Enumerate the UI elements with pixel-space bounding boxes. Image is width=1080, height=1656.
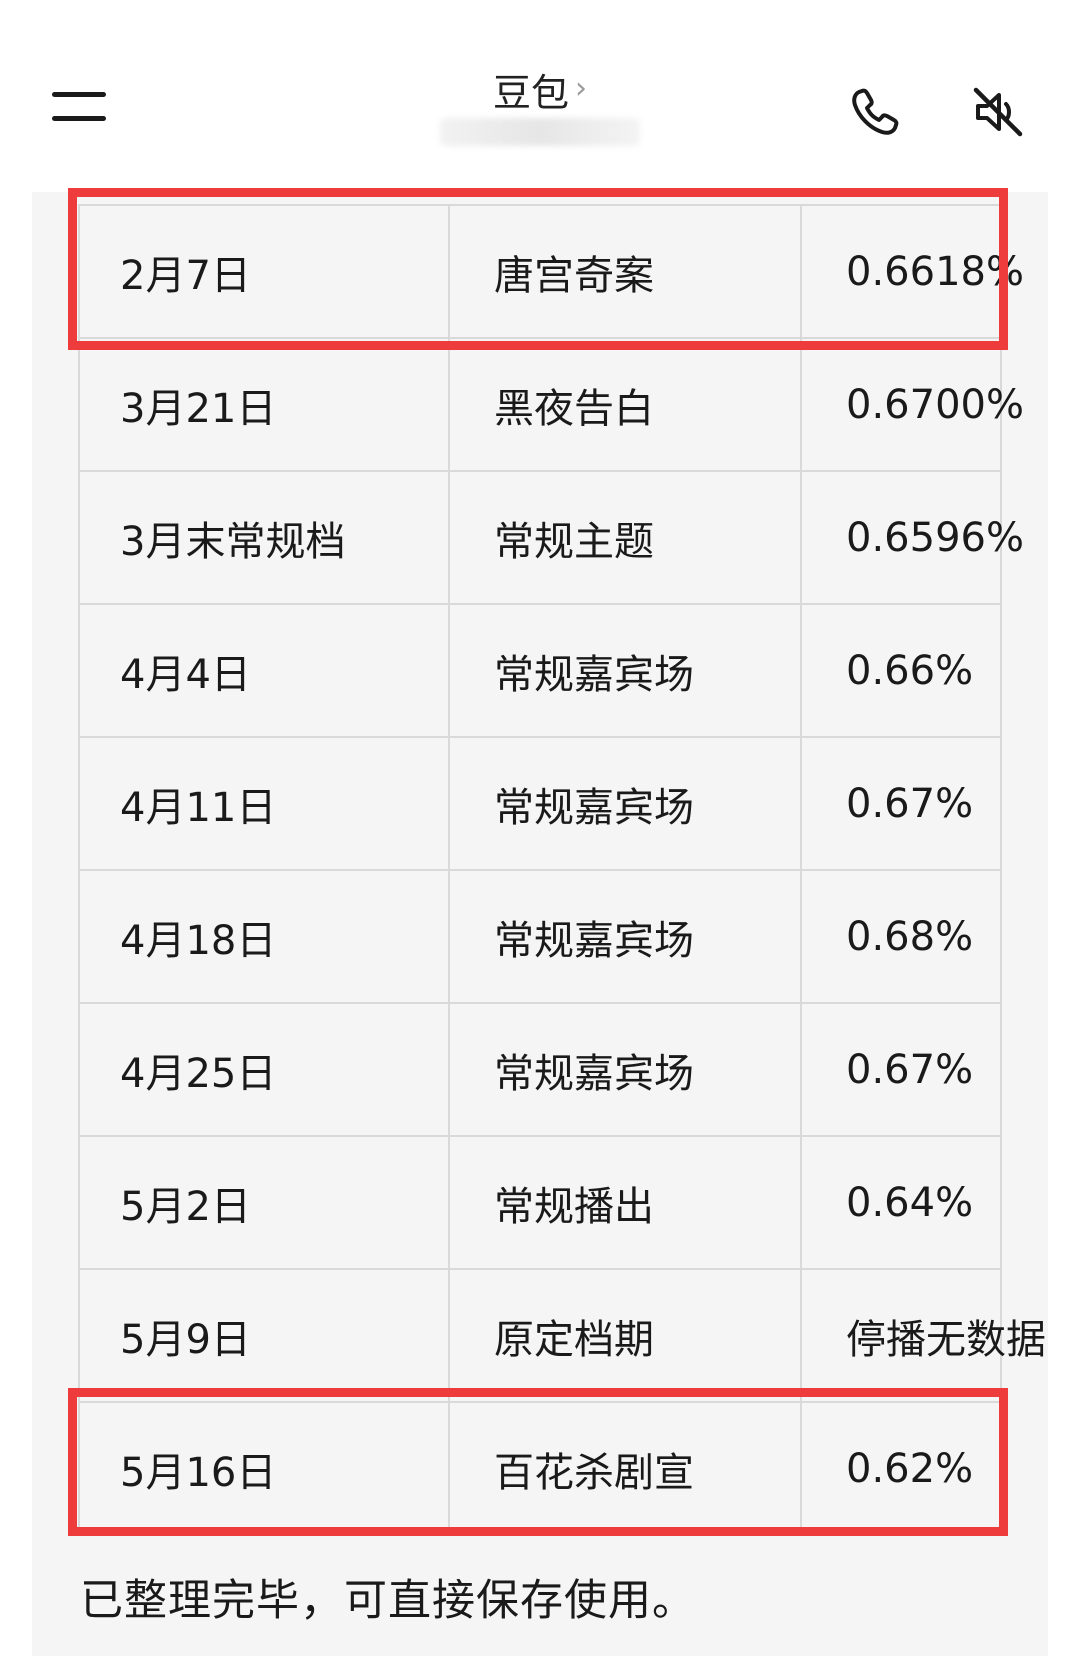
date-cell: 3月末常规档 [78,470,450,605]
chat-title-button[interactable]: 豆包 › [493,62,587,117]
program-cell: 常规嘉宾场 [448,1002,802,1137]
program-cell: 常规主题 [448,470,802,605]
blurred-subtitle [440,118,640,146]
program-cell: 百花杀剧宣 [448,1401,802,1536]
program-cell: 原定档期 [448,1268,802,1403]
rating-cell: 0.66% [800,603,1002,738]
rating-cell: 0.6618% [800,204,1024,339]
title-area: 豆包 › [0,62,1080,117]
table-row: 5月2日 常规播出 0.64% [78,1135,1002,1270]
rating-cell: 0.67% [800,1002,1002,1137]
date-cell: 5月9日 [78,1268,450,1403]
rating-cell: 0.68% [800,869,1002,1004]
program-cell: 常规嘉宾场 [448,736,802,871]
program-cell: 常规播出 [448,1135,802,1270]
chat-screen: 豆包 › 2月7日 唐宫奇案 0.6618% 3月21日 黑夜告白 0.6700… [0,0,1080,1656]
rating-cell: 0.6700% [800,337,1024,472]
rating-cell: 0.62% [800,1401,1002,1536]
date-cell: 4月4日 [78,603,450,738]
rating-cell: 停播无数据 [800,1268,1046,1403]
table-row: 5月9日 原定档期 停播无数据 [78,1268,1046,1403]
table-row: 3月末常规档 常规主题 0.6596% [78,470,1024,605]
table-row: 2月7日 唐宫奇案 0.6618% [78,204,1024,339]
date-cell: 4月11日 [78,736,450,871]
date-cell: 4月18日 [78,869,450,1004]
table-row: 4月18日 常规嘉宾场 0.68% [78,869,1002,1004]
date-cell: 5月16日 [78,1401,450,1536]
top-navigation-bar: 豆包 › [0,0,1080,190]
chat-title: 豆包 [492,71,569,115]
chevron-right-icon: › [575,71,587,106]
program-cell: 黑夜告白 [448,337,802,472]
rating-cell: 0.67% [800,736,1002,871]
date-cell: 5月2日 [78,1135,450,1270]
program-cell: 唐宫奇案 [448,204,802,339]
table-row: 4月4日 常规嘉宾场 0.66% [78,603,1002,738]
phone-icon[interactable] [845,82,905,142]
table-row: 3月21日 黑夜告白 0.6700% [78,337,1024,472]
date-cell: 3月21日 [78,337,450,472]
chat-message-area: 2月7日 唐宫奇案 0.6618% 3月21日 黑夜告白 0.6700% 3月末… [32,192,1048,1656]
speaker-muted-icon[interactable] [968,82,1028,142]
date-cell: 2月7日 [78,204,450,339]
program-cell: 常规嘉宾场 [448,869,802,1004]
program-cell: 常规嘉宾场 [448,603,802,738]
rating-cell: 0.64% [800,1135,1002,1270]
rating-cell: 0.6596% [800,470,1024,605]
table-row: 4月11日 常规嘉宾场 0.67% [78,736,1002,871]
ratings-table: 2月7日 唐宫奇案 0.6618% 3月21日 黑夜告白 0.6700% 3月末… [78,204,1046,1536]
table-row: 5月16日 百花杀剧宣 0.62% [78,1401,1002,1536]
closing-message: 已整理完毕，可直接保存使用。 [80,1576,696,1626]
date-cell: 4月25日 [78,1002,450,1137]
table-row: 4月25日 常规嘉宾场 0.67% [78,1002,1002,1137]
